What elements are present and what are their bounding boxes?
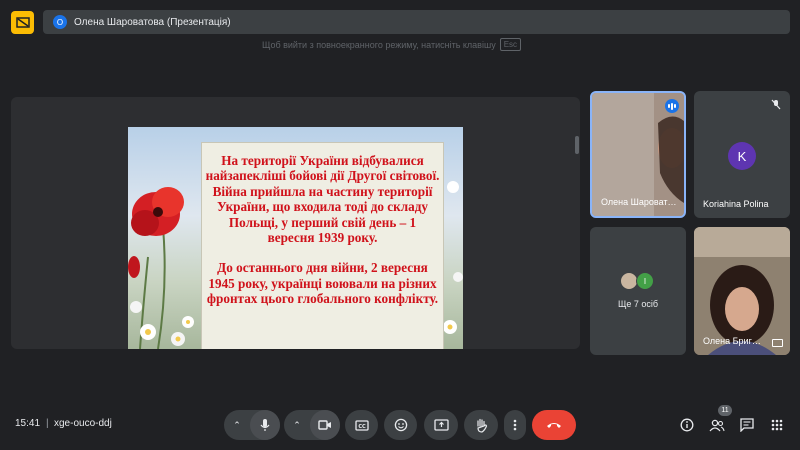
stage-scrollbar[interactable] xyxy=(575,136,579,154)
camera-button[interactable] xyxy=(310,410,340,440)
meet-window: О Олена Шароватова (Презентація) Щоб вий… xyxy=(0,0,800,450)
emoji-icon xyxy=(394,418,407,432)
microphone-button[interactable] xyxy=(250,410,280,440)
more-options-button[interactable] xyxy=(504,410,526,440)
more-participants-tile[interactable]: I Ще 7 осіб xyxy=(590,227,686,355)
mic-control: ⌃ xyxy=(224,410,280,440)
clock: 15:41 xyxy=(15,418,41,429)
activities-button[interactable] xyxy=(769,417,785,433)
presentation-icon[interactable] xyxy=(11,11,34,34)
info-icon xyxy=(680,418,694,432)
hint-text: Щоб вийти з повноекранного режиму, натис… xyxy=(262,39,496,50)
svg-text:CC: CC xyxy=(358,424,366,430)
camera-icon xyxy=(318,420,331,430)
hint-key: Esc xyxy=(499,38,522,51)
slide-paragraph-2: До останнього дня війни, 2 вересня 1945 … xyxy=(206,260,439,307)
captions-icon: CC xyxy=(354,419,369,431)
participant-tile-2[interactable]: K Koriahina Polina xyxy=(694,91,790,218)
hand-icon xyxy=(476,418,487,433)
more-vertical-icon xyxy=(513,419,517,431)
participant-tile-1[interactable]: Олена Шароват… xyxy=(590,91,686,218)
present-screen-icon xyxy=(433,419,449,431)
chat-button[interactable] xyxy=(739,417,755,433)
presentation-title: Олена Шароватова (Презентація) xyxy=(74,16,231,28)
slide-textbox: На території України відбувалися найзапе… xyxy=(201,142,444,349)
participant-tile-4[interactable]: Олена Бриг… xyxy=(694,227,790,355)
participant-name: Koriahina Polina xyxy=(703,199,769,209)
present-button[interactable] xyxy=(424,410,458,440)
avatar: K xyxy=(728,142,756,170)
participants-button[interactable] xyxy=(709,417,725,433)
participant-name: Олена Шароват… xyxy=(601,197,677,207)
more-participants-label: Ще 7 осіб xyxy=(617,299,659,309)
chevron-up-icon[interactable]: ⌃ xyxy=(284,410,310,440)
slide-paragraph-1: На території України відбувалися найзапе… xyxy=(205,153,440,246)
presentation-stage: На території України відбувалися найзапе… xyxy=(11,97,580,349)
raise-hand-button[interactable] xyxy=(464,410,498,440)
divider: | xyxy=(46,418,49,429)
avatar: I xyxy=(636,272,654,290)
mini-avatars: I xyxy=(620,272,654,290)
meeting-details-button[interactable] xyxy=(679,417,695,433)
participant-count-badge: 11 xyxy=(718,405,732,416)
apps-grid-icon xyxy=(771,419,783,431)
reactions-button[interactable] xyxy=(384,410,417,440)
leave-call-button[interactable] xyxy=(532,410,576,440)
hang-up-icon xyxy=(547,423,561,428)
slide: На території України відбувалися найзапе… xyxy=(128,127,463,349)
presenter-avatar: О xyxy=(53,15,67,29)
participant-name: Олена Бриг… xyxy=(703,336,761,346)
people-icon xyxy=(709,419,725,431)
chevron-up-icon[interactable]: ⌃ xyxy=(224,410,250,440)
meeting-code: xge-ouco-ddj xyxy=(54,418,112,429)
fullscreen-hint: Щоб вийти з повноекранного режиму, натис… xyxy=(262,38,522,51)
presenting-icon xyxy=(772,339,783,347)
camera-control: ⌃ xyxy=(284,410,340,440)
microphone-icon xyxy=(260,419,270,431)
speaking-icon xyxy=(665,99,679,113)
presentation-banner[interactable]: О Олена Шароватова (Презентація) xyxy=(43,10,790,34)
captions-button[interactable]: CC xyxy=(345,410,378,440)
chat-icon xyxy=(740,418,754,432)
mic-off-icon xyxy=(771,99,781,113)
